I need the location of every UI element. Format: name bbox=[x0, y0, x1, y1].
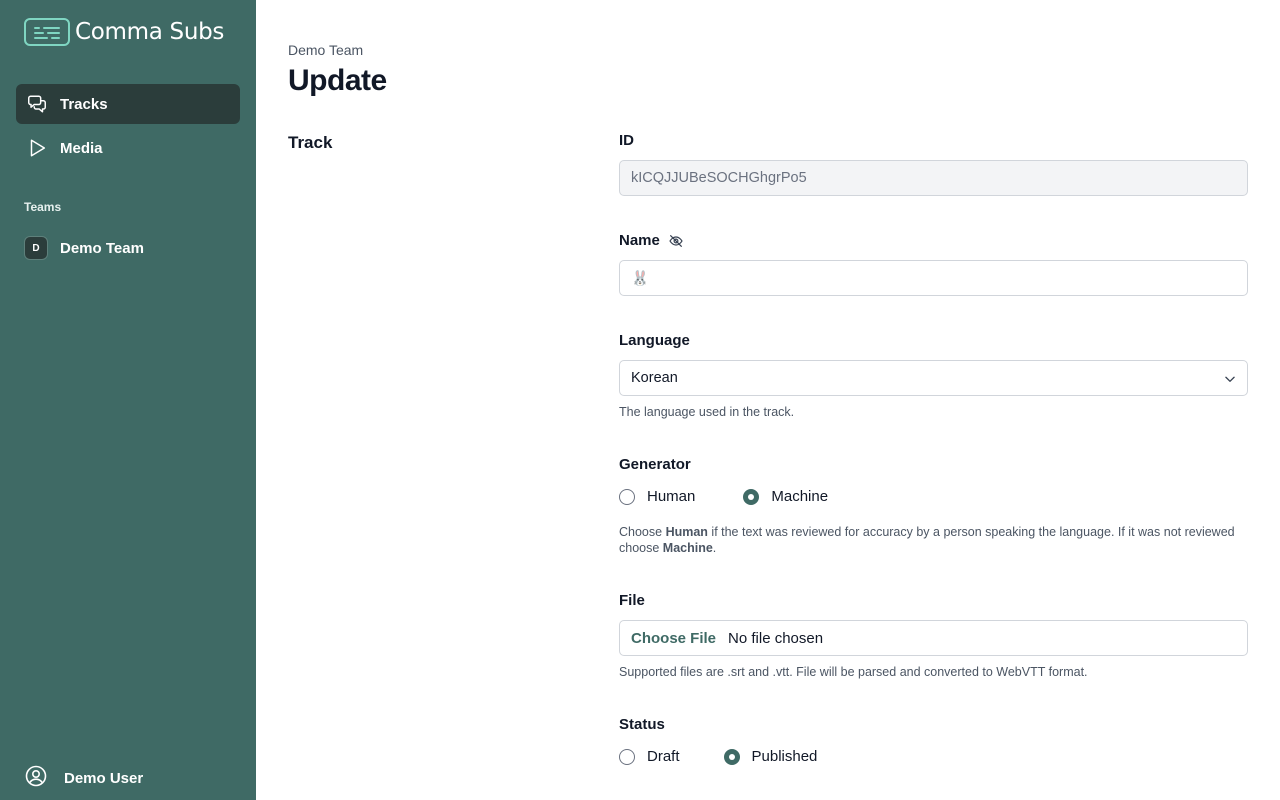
team-name: Demo Team bbox=[60, 239, 144, 257]
id-label: ID bbox=[619, 132, 634, 149]
chat-bubbles-icon bbox=[26, 93, 48, 115]
status-radio-group: Draft Published bbox=[619, 748, 845, 765]
nav-item-media[interactable]: Media bbox=[16, 128, 240, 168]
main-content: Demo Team Update Track ID Name Language … bbox=[288, 0, 1248, 800]
teams-heading: Teams bbox=[24, 200, 62, 214]
status-label: Status bbox=[619, 716, 665, 733]
radio-label: Machine bbox=[771, 488, 829, 505]
radio-label: Human bbox=[647, 488, 696, 505]
radio-machine[interactable] bbox=[743, 488, 760, 505]
section-title: Track bbox=[288, 133, 333, 152]
choose-file-button[interactable]: Choose File bbox=[631, 630, 716, 647]
id-field[interactable] bbox=[619, 160, 1248, 196]
name-label: Name bbox=[619, 232, 684, 249]
file-help: Supported files are .srt and .vtt. File … bbox=[619, 665, 1088, 679]
nav-item-label: Tracks bbox=[60, 95, 108, 113]
help-emphasis: Human bbox=[665, 525, 708, 539]
status-option-draft[interactable]: Draft bbox=[619, 748, 680, 765]
user-circle-icon bbox=[24, 764, 48, 793]
team-initial-badge: D bbox=[24, 236, 48, 260]
nav-item-label: Media bbox=[60, 139, 103, 157]
radio-draft[interactable] bbox=[619, 748, 635, 765]
generator-option-human[interactable]: Human bbox=[619, 488, 695, 505]
page-title: Update bbox=[288, 64, 387, 97]
name-label-text: Name bbox=[619, 232, 660, 249]
file-status: No file chosen bbox=[728, 629, 824, 647]
language-label: Language bbox=[619, 332, 690, 349]
eye-off-icon[interactable] bbox=[668, 233, 684, 249]
language-selected-value: Korean bbox=[631, 370, 678, 386]
app-name: Comma Subs bbox=[75, 19, 225, 45]
file-label: File bbox=[619, 592, 645, 609]
brand[interactable]: Comma Subs bbox=[24, 18, 224, 46]
user-menu[interactable]: Demo User bbox=[24, 764, 143, 793]
generator-label-text: Generator bbox=[619, 456, 691, 473]
status-label-text: Status bbox=[619, 716, 665, 733]
radio-published[interactable] bbox=[723, 748, 740, 765]
help-text: Choose bbox=[619, 525, 666, 539]
play-icon bbox=[26, 137, 48, 159]
id-label-text: ID bbox=[619, 132, 634, 149]
generator-radio-group: Human Machine bbox=[619, 488, 856, 505]
sidebar: Comma Subs Tracks Media Teams D Demo Tea… bbox=[0, 0, 256, 800]
generator-label: Generator bbox=[619, 456, 691, 473]
file-input[interactable]: Choose File No file chosen bbox=[619, 620, 1248, 656]
radio-label: Published bbox=[751, 748, 818, 765]
subtitles-logo-icon bbox=[24, 18, 70, 46]
generator-option-machine[interactable]: Machine bbox=[743, 488, 828, 505]
status-option-published[interactable]: Published bbox=[723, 748, 818, 765]
help-emphasis: Machine bbox=[662, 541, 713, 555]
team-item-demo-team[interactable]: D Demo Team bbox=[16, 228, 240, 268]
radio-human[interactable] bbox=[619, 488, 635, 505]
help-text: . bbox=[712, 541, 717, 555]
name-field[interactable] bbox=[619, 260, 1248, 296]
generator-help: Choose Human if the text was reviewed fo… bbox=[619, 524, 1248, 556]
radio-label: Draft bbox=[647, 748, 680, 765]
language-label-text: Language bbox=[619, 332, 690, 349]
language-select[interactable]: Korean bbox=[619, 360, 1248, 396]
language-help: The language used in the track. bbox=[619, 405, 795, 419]
file-label-text: File bbox=[619, 592, 645, 609]
user-name: Demo User bbox=[64, 770, 144, 787]
chevron-down-icon bbox=[1223, 372, 1237, 390]
nav-item-tracks[interactable]: Tracks bbox=[16, 84, 240, 124]
breadcrumb[interactable]: Demo Team bbox=[288, 42, 363, 58]
